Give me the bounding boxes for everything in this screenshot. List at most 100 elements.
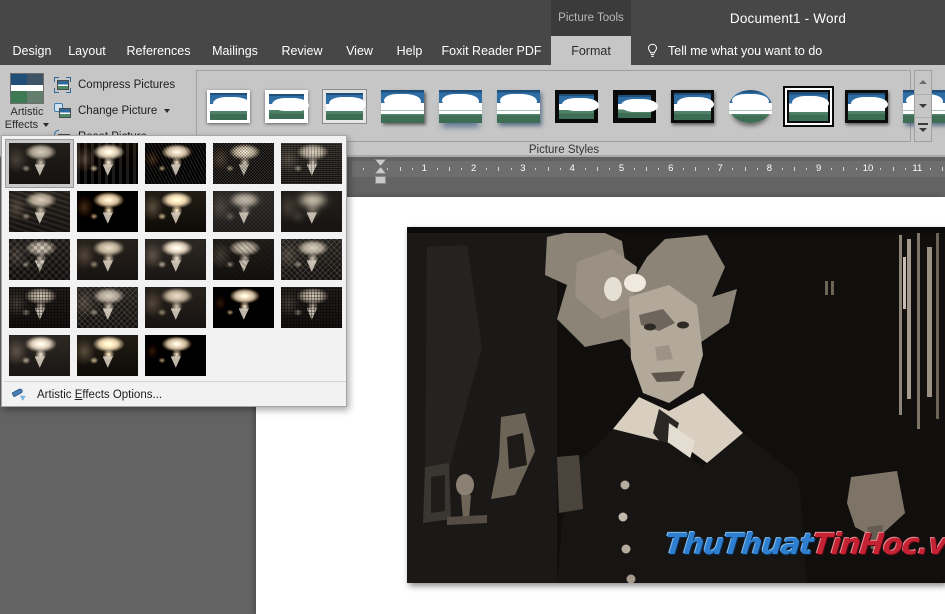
artistic-effect-pencil-grayscale[interactable] (142, 140, 209, 187)
picture-style-beveled-matte-white[interactable] (260, 80, 313, 132)
gallery-scroll-down-button[interactable] (915, 95, 931, 119)
artistic-effect-line-drawing[interactable] (278, 140, 345, 187)
picture-style-thumbnail (265, 89, 309, 123)
tab-label: Design (12, 43, 52, 58)
artistic-effect-pencil-sketch[interactable] (210, 140, 277, 187)
artistic-effect-thumbnail (281, 191, 342, 232)
artistic-effects-dropdown[interactable]: Artistic Effects Options... (1, 135, 347, 407)
ruler-tick (535, 168, 537, 170)
picture-styles-gallery[interactable] (196, 70, 945, 142)
picture-style-thumbnail (671, 89, 714, 123)
artistic-effect-thumbnail (9, 143, 70, 184)
change-picture-label: Change Picture (78, 105, 158, 117)
artistic-effect-crystalize[interactable] (74, 188, 141, 235)
artistic-effect-thumbnail (281, 287, 342, 328)
ribbon-tab-foxit-reader-pdf[interactable]: Foxit Reader PDF (432, 36, 551, 65)
menu-divider (4, 381, 346, 382)
compress-pictures-icon (54, 77, 71, 93)
picture-style-thick-matte-black[interactable] (608, 80, 661, 132)
ruler-tick (855, 168, 857, 170)
ruler-tick (559, 168, 561, 170)
artistic-effect-thumbnail (9, 335, 70, 376)
artistic-effects-button[interactable]: Artistic Effects (4, 69, 50, 141)
artistic-effect-glow-edges[interactable] (278, 236, 345, 283)
artistic-effect-thumbnail (281, 143, 342, 184)
ribbon-tab-help[interactable]: Help (383, 36, 436, 65)
chevron-down-icon[interactable] (43, 123, 50, 128)
artistic-effect-thumbnail (213, 287, 274, 328)
ribbon-tab-view[interactable]: View (333, 36, 386, 65)
ribbon-tab-format[interactable]: Format (551, 36, 631, 65)
artistic-effect-film-grain[interactable] (142, 188, 209, 235)
artistic-effect-photocopy[interactable] (278, 284, 345, 331)
compress-pictures-button[interactable]: Compress Pictures (54, 77, 175, 93)
ruler-tick (411, 168, 413, 170)
tell-me-box[interactable]: Tell me what you want to do (646, 36, 822, 65)
ruler-tick (609, 168, 611, 170)
artistic-effect-plastic-wrap[interactable] (142, 284, 209, 331)
artistic-effect-pastels-smooth[interactable] (74, 332, 141, 379)
ribbon-tab-review[interactable]: Review (269, 36, 335, 65)
inserted-picture[interactable]: ThuThuatTinHoc.vn (407, 227, 945, 583)
ribbon-tab-mailings[interactable]: Mailings (199, 36, 271, 65)
ruler-tick (929, 168, 931, 170)
picture-style-reflected-rounded-rectangle[interactable] (434, 80, 487, 132)
picture-style-metal-frame[interactable] (318, 80, 371, 132)
ruler-tick (831, 168, 833, 170)
gallery-scroll-up-button[interactable] (915, 71, 931, 95)
picture-style-moderate-frame-black[interactable] (840, 80, 893, 132)
artistic-effect-marker[interactable] (74, 140, 141, 187)
document-title: Document1 - Word (729, 10, 847, 26)
picture-style-soft-edge-rectangle[interactable] (492, 80, 545, 132)
ruler-number: 8 (766, 163, 773, 174)
picture-style-thumbnail (439, 89, 482, 123)
ruler-tick (461, 168, 463, 170)
artistic-effect-thumbnail (77, 143, 138, 184)
artistic-effect-glow-diffused[interactable] (142, 236, 209, 283)
picture-style-simple-frame-black[interactable] (666, 80, 719, 132)
picture-style-thumbnail (322, 88, 367, 124)
picture-style-rotated-white[interactable] (724, 80, 777, 132)
watermark-primary: ThuThuat (663, 527, 815, 561)
artistic-effect-none[interactable] (5, 139, 74, 188)
artistic-effects-label-line2: Effects (4, 119, 39, 131)
artistic-effect-cement[interactable] (6, 332, 73, 379)
ribbon-tab-design[interactable]: Design (0, 36, 64, 65)
picture-style-simple-frame-white[interactable] (202, 80, 255, 132)
artistic-effect-thumbnail (77, 191, 138, 232)
change-picture-button[interactable]: Change Picture (54, 103, 171, 119)
artistic-effect-thumbnail (213, 239, 274, 280)
picture-style-double-frame-black[interactable] (550, 80, 603, 132)
chevron-up-icon (919, 80, 927, 85)
gallery-more-button[interactable] (915, 118, 931, 141)
picture-style-snip-diagonal-corner-white[interactable] (782, 80, 835, 132)
ruler-tick (448, 167, 450, 171)
artistic-effect-paint-brush[interactable] (6, 284, 73, 331)
ribbon-tab-references[interactable]: References (113, 36, 204, 65)
watermark: ThuThuatTinHoc.vn (663, 527, 945, 561)
artistic-effect-cutout[interactable] (210, 284, 277, 331)
artistic-effect-thumbnail (9, 287, 70, 328)
artistic-effects-options-item[interactable]: Artistic Effects Options... (4, 383, 346, 406)
artistic-effect-watercolor-sponge[interactable] (6, 188, 73, 235)
ruler-tick (498, 167, 500, 171)
horizontal-ruler[interactable]: 1 2 3 4 5 6 7 8 9 10 11 (352, 161, 945, 177)
left-indent-marker[interactable] (375, 176, 386, 184)
artistic-effect-mosaic-bubbles[interactable] (210, 188, 277, 235)
artistic-effects-grid[interactable] (5, 139, 345, 379)
watermark-secondary: TinHoc.vn (810, 527, 945, 561)
title-bar: Picture Tools Document1 - Word (0, 0, 945, 36)
ruler-number: 6 (668, 163, 674, 174)
artistic-effect-watercolor-sponge-2[interactable] (74, 236, 141, 283)
artistic-effect-light-screen[interactable] (6, 236, 73, 283)
artistic-effect-paint-strokes[interactable] (142, 332, 209, 379)
tab-label: View (346, 43, 373, 58)
ribbon-tab-layout[interactable]: Layout (56, 36, 118, 65)
artistic-effect-texturizer[interactable] (210, 236, 277, 283)
artistic-effect-thumbnail (145, 191, 206, 232)
chevron-down-icon[interactable] (164, 109, 171, 113)
artistic-effect-chalk-sketch[interactable] (74, 284, 141, 331)
picture-style-drop-shadow-rectangle[interactable] (376, 80, 429, 132)
artistic-effect-blur[interactable] (278, 188, 345, 235)
picture-styles-scroll[interactable] (914, 70, 932, 142)
